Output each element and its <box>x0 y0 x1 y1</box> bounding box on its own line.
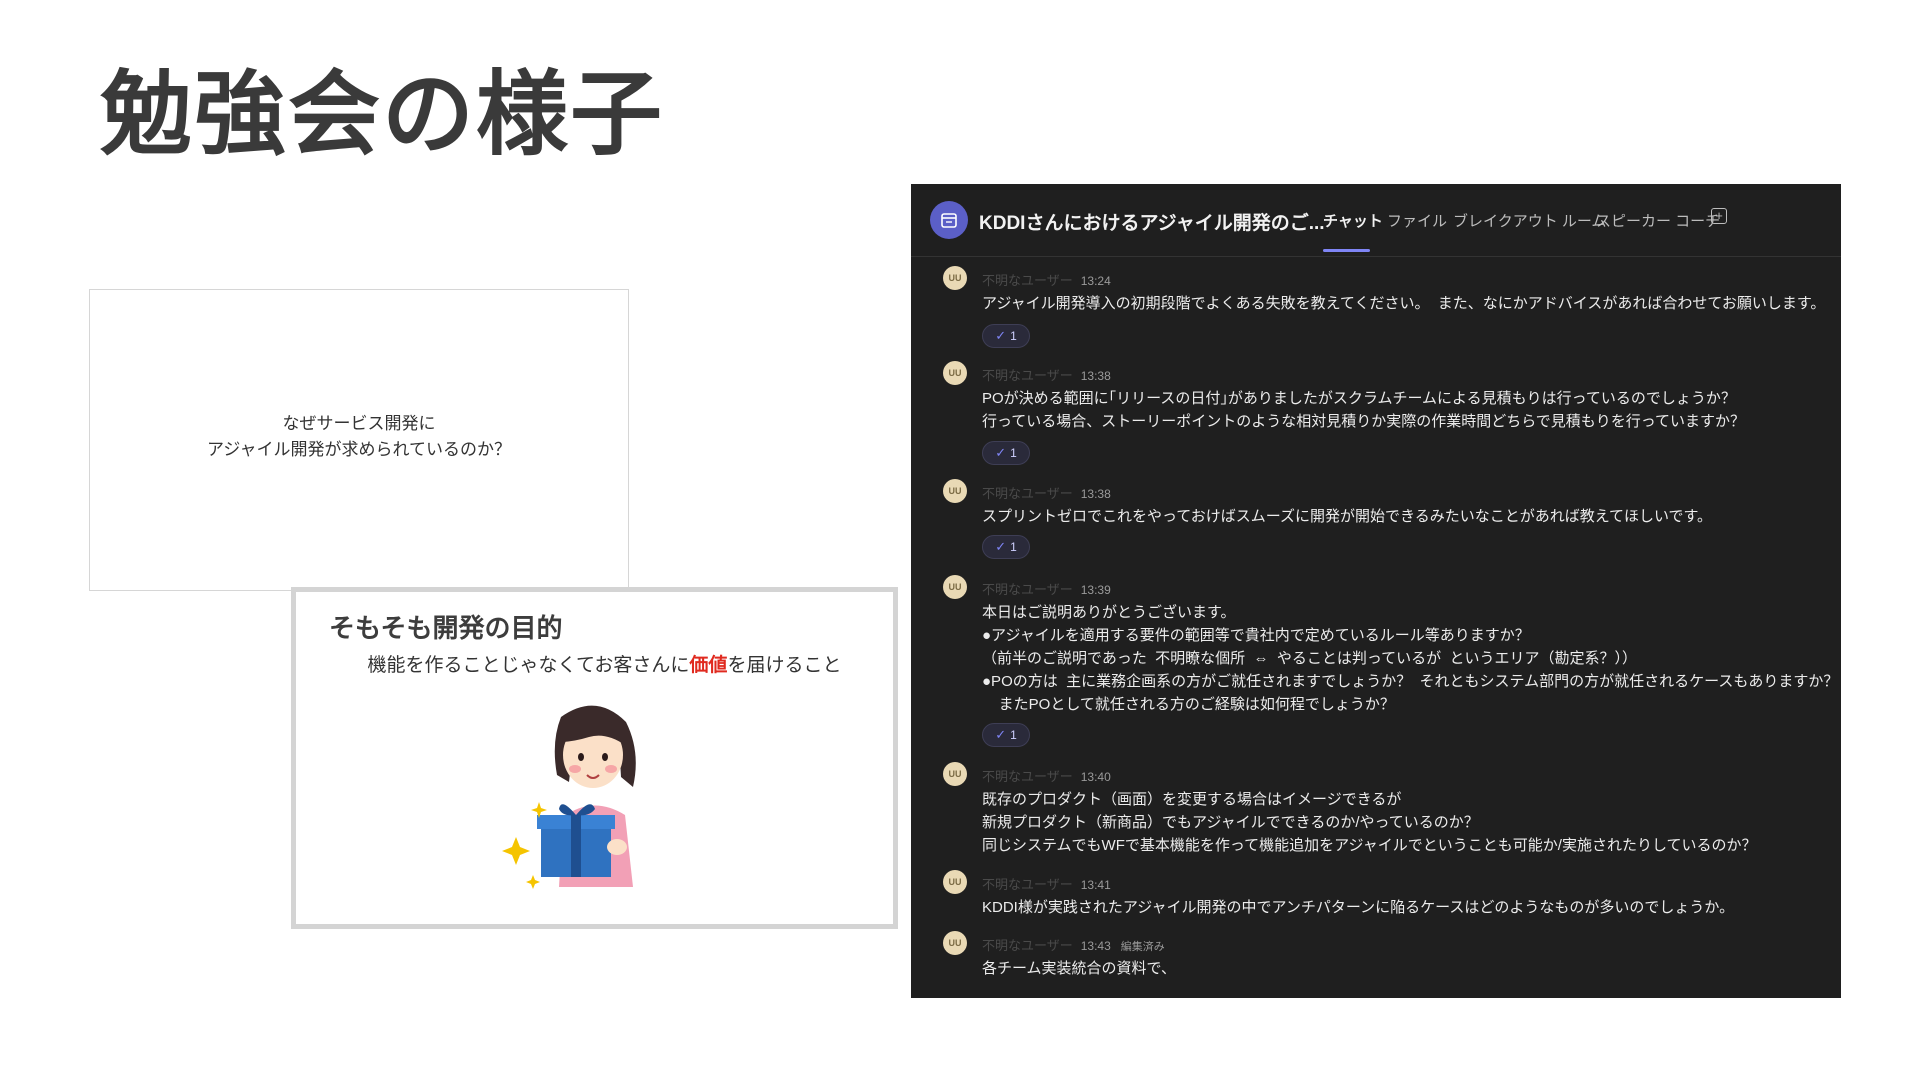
meeting-calendar-icon <box>930 201 968 239</box>
message-text: 各チーム実装統合の資料で、 <box>982 960 1176 977</box>
slide-question-line-1: なぜサービス開発に <box>282 414 436 434</box>
edited-label: 編集済み <box>1120 941 1165 953</box>
slide-development-purpose: そもそも開発の目的 機能を作ることじゃなくてお客さんに価値を届けること <box>291 587 898 929</box>
slide-question-line-2: アジャイル開発が求められているのか？ <box>207 440 511 460</box>
timestamp: 13:38 <box>1080 487 1111 501</box>
message-after: を届けること <box>727 654 842 676</box>
page-title: 勉強会の様子 <box>100 61 665 168</box>
chat-header: KDDIさんにおけるアジャイル開発のご... チャット ファイル ブレイクアウト… <box>911 184 1841 257</box>
tab-files[interactable]: ファイル <box>1387 210 1447 231</box>
message-text: アジャイル開発導入の初期段階でよくある失敗を教えてください。 また、なにかアドバ… <box>982 295 1826 312</box>
message-highlight: 価値 <box>689 654 728 676</box>
check-reaction-icon: ✓ <box>995 539 1007 554</box>
slide-title: そもそも開発の目的 <box>329 614 563 644</box>
avatar[interactable]: UU <box>943 479 967 503</box>
timestamp: 13:40 <box>1080 770 1111 784</box>
check-reaction-icon: ✓ <box>995 328 1007 343</box>
avatar[interactable]: UU <box>943 361 967 385</box>
user-name: 不明なユーザー <box>982 368 1073 383</box>
reaction-badge[interactable]: ✓ 1 <box>982 723 1030 747</box>
slide-question: なぜサービス開発に アジャイル開発が求められているのか？ <box>207 411 511 463</box>
tab-chat[interactable]: チャット <box>1323 210 1383 231</box>
message-meta: 不明なユーザー 13:38 <box>982 483 1111 502</box>
timestamp: 13:39 <box>1080 583 1111 597</box>
reaction-badge[interactable]: ✓ 1 <box>982 535 1030 559</box>
user-name: 不明なユーザー <box>982 877 1073 892</box>
message-meta: 不明なユーザー 13:43 編集済み <box>982 935 1165 954</box>
user-name: 不明なユーザー <box>982 769 1073 784</box>
avatar[interactable]: UU <box>943 575 967 599</box>
message-meta: 不明なユーザー 13:38 <box>982 365 1111 384</box>
slide-why-agile: なぜサービス開発に アジャイル開発が求められているのか？ <box>89 289 629 591</box>
message-meta: 不明なユーザー 13:41 <box>982 874 1111 893</box>
message-text: POが決める範囲に｢リリースの日付｣がありましたがスクラムチームによる見積もりは… <box>982 390 1746 430</box>
tab-speaker-coach[interactable]: スピーカー コーチ <box>1596 210 1720 231</box>
teams-meeting-chat-window: KDDIさんにおけるアジャイル開発のご... チャット ファイル ブレイクアウト… <box>911 184 1841 998</box>
timestamp: 13:43 <box>1080 939 1111 953</box>
user-name: 不明なユーザー <box>982 582 1073 597</box>
woman-with-gift-illustration <box>502 705 636 889</box>
message-before: 機能を作ることじゃなくてお客さんに <box>367 654 690 676</box>
message-text: 既存のプロダクト（画面）を変更する場合はイメージできるが 新規プロダクト（新商品… <box>982 791 1757 854</box>
user-name: 不明なユーザー <box>982 938 1073 953</box>
check-reaction-icon: ✓ <box>995 727 1007 742</box>
reaction-count: 1 <box>1010 540 1017 554</box>
message-text: 本日はご説明ありがとうございます。 ●アジャイルを適用する要件の範囲等で貴社内で… <box>982 604 1839 713</box>
timestamp: 13:38 <box>1080 369 1111 383</box>
avatar[interactable]: UU <box>943 931 967 955</box>
reaction-badge[interactable]: ✓ 1 <box>982 441 1030 465</box>
message-meta: 不明なユーザー 13:24 <box>982 270 1111 289</box>
message-meta: 不明なユーザー 13:39 <box>982 579 1111 598</box>
user-name: 不明なユーザー <box>982 273 1073 288</box>
message-text: スプリントゼロでこれをやっておけばスムーズに開発が開始できるみたいなことがあれば… <box>982 508 1713 525</box>
check-reaction-icon: ✓ <box>995 445 1007 460</box>
avatar[interactable]: UU <box>943 870 967 894</box>
reaction-count: 1 <box>1010 728 1017 742</box>
reaction-count: 1 <box>1010 446 1017 460</box>
message-text: KDDI様が実践されたアジャイル開発の中でアンチパターンに陥るケースはどのような… <box>982 899 1735 916</box>
reaction-count: 1 <box>1010 329 1017 343</box>
user-name: 不明なユーザー <box>982 486 1073 501</box>
add-tab-icon[interactable]: + <box>1711 208 1727 224</box>
slide-message: 機能を作ることじゃなくてお客さんに価値を届けること <box>296 650 893 677</box>
timestamp: 13:41 <box>1080 878 1111 892</box>
tab-breakout-rooms[interactable]: ブレイクアウト ルーム <box>1453 210 1606 231</box>
reaction-badge[interactable]: ✓ 1 <box>982 324 1030 348</box>
active-tab-indicator <box>1323 249 1370 252</box>
message-meta: 不明なユーザー 13:40 <box>982 766 1111 785</box>
meeting-title: KDDIさんにおけるアジャイル開発のご... <box>979 213 1325 234</box>
timestamp: 13:24 <box>1080 274 1111 288</box>
avatar[interactable]: UU <box>943 266 967 290</box>
avatar[interactable]: UU <box>943 762 967 786</box>
